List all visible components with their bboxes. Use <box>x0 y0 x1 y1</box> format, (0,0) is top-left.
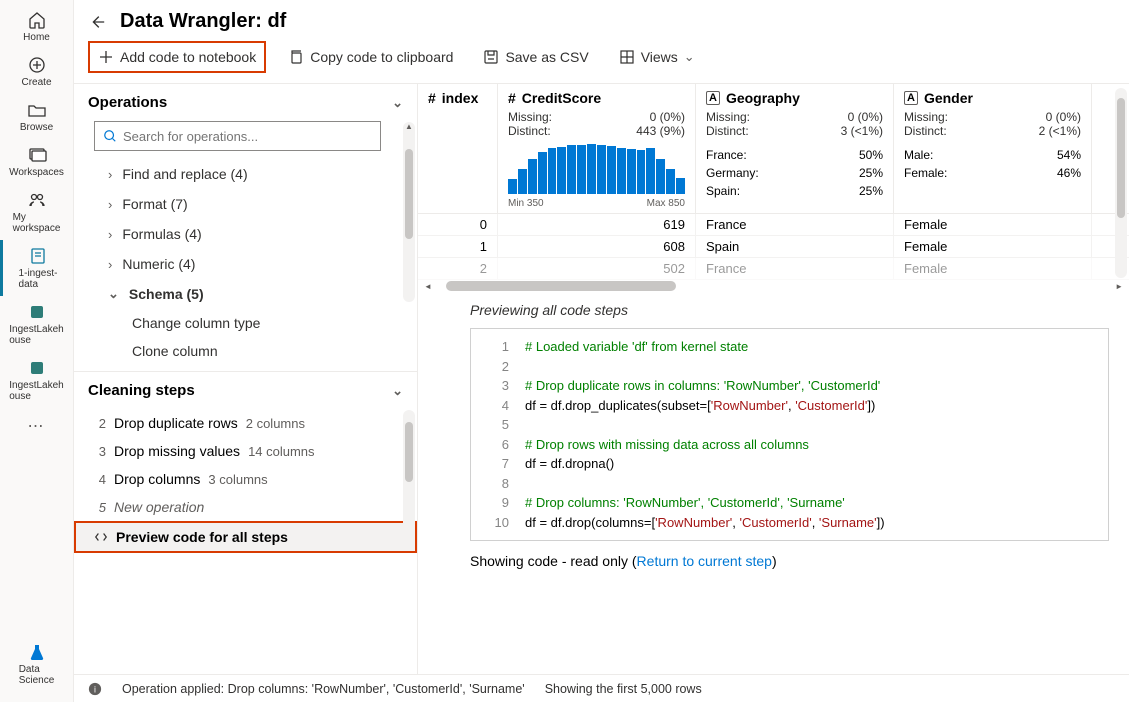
steps-scrollbar[interactable] <box>403 410 415 550</box>
nav-home[interactable]: Home <box>0 4 73 49</box>
toolbar: Add code to notebook Copy code to clipbo… <box>74 41 1129 84</box>
chevron-right-icon: › <box>108 227 112 242</box>
op-numeric[interactable]: ›Numeric (4) <box>88 249 403 279</box>
nav-create[interactable]: Create <box>0 49 73 94</box>
notebook-icon <box>28 246 48 266</box>
col-index[interactable]: #index <box>418 84 498 213</box>
save-csv-button[interactable]: Save as CSV <box>475 43 596 71</box>
text-icon: A <box>904 91 918 105</box>
hash-icon: # <box>428 90 436 106</box>
code-icon <box>94 530 108 544</box>
chevron-right-icon: › <box>108 197 112 212</box>
chevron-down-icon: ⌄ <box>392 383 403 399</box>
col-gender[interactable]: AGender Missing:0 (0%) Distinct:2 (<1%) … <box>894 84 1092 213</box>
info-icon: i <box>88 682 102 696</box>
nav-workspaces[interactable]: Workspaces <box>0 139 73 184</box>
page-title: Data Wrangler: df <box>120 10 286 33</box>
lakehouse-icon <box>27 358 47 378</box>
svg-text:i: i <box>94 684 96 694</box>
lakehouse-icon <box>27 302 47 322</box>
people-icon <box>27 190 47 210</box>
copy-code-button[interactable]: Copy code to clipboard <box>280 43 461 71</box>
chevron-down-icon: ⌄ <box>684 49 695 65</box>
copy-icon <box>288 49 304 65</box>
home-icon <box>27 10 47 30</box>
text-icon: A <box>706 91 720 105</box>
code-editor: 1# Loaded variable 'df' from kernel stat… <box>470 328 1109 541</box>
nav-rail: Home Create Browse Workspaces Myworkspac… <box>0 0 74 702</box>
code-preview-title: Previewing all code steps <box>470 302 1109 318</box>
folder-icon <box>27 100 47 120</box>
flask-icon <box>27 642 47 662</box>
operations-header[interactable]: Operations ⌄ <box>74 84 417 121</box>
status-applied: Operation applied: Drop columns: 'RowNum… <box>122 682 525 696</box>
table-row[interactable]: 2502FranceFemale <box>418 258 1129 280</box>
op-clone-column[interactable]: Clone column <box>88 337 403 365</box>
chevron-right-icon: › <box>108 167 112 182</box>
chevron-right-icon: › <box>108 257 112 272</box>
save-icon <box>483 49 499 65</box>
return-to-step-link[interactable]: Return to current step <box>637 553 772 569</box>
nav-ingest-data[interactable]: 1-ingest-data <box>0 240 73 296</box>
data-grid: 0619FranceFemale 1608SpainFemale 2502Fra… <box>418 214 1129 280</box>
plus-icon <box>98 49 114 65</box>
step-3[interactable]: 3Drop missing values14 columns <box>74 437 417 465</box>
nav-myworkspace[interactable]: Myworkspace <box>0 184 73 240</box>
code-footer: Showing code - read only (Return to curr… <box>470 541 1109 581</box>
workspaces-icon <box>27 145 47 165</box>
chevron-down-icon: ⌄ <box>108 286 119 302</box>
views-button[interactable]: Views ⌄ <box>611 43 703 71</box>
status-bar: i Operation applied: Drop columns: 'RowN… <box>74 674 1129 702</box>
op-change-column-type[interactable]: Change column type <box>88 309 403 337</box>
add-code-button[interactable]: Add code to notebook <box>88 41 266 73</box>
col-geography[interactable]: AGeography Missing:0 (0%) Distinct:3 (<1… <box>696 84 894 213</box>
search-icon <box>103 129 117 143</box>
step-4[interactable]: 4Drop columns3 columns <box>74 465 417 493</box>
hash-icon: # <box>508 90 516 106</box>
op-format[interactable]: ›Format (7) <box>88 189 403 219</box>
nav-data-science[interactable]: DataScience <box>0 636 73 692</box>
step-2[interactable]: 2Drop duplicate rows2 columns <box>74 409 417 437</box>
h-scrollbar[interactable]: ◄ ► <box>418 280 1129 292</box>
column-headers: #index #CreditScore Missing:0 (0%) Disti… <box>418 84 1129 214</box>
creditscore-histogram <box>508 144 685 194</box>
steps-header[interactable]: Cleaning steps ⌄ <box>74 372 417 409</box>
nav-browse[interactable]: Browse <box>0 94 73 139</box>
col-v-scrollbar[interactable] <box>1115 88 1127 278</box>
op-find-replace[interactable]: ›Find and replace (4) <box>88 159 403 189</box>
op-schema[interactable]: ⌄Schema (5) <box>88 279 403 309</box>
nav-lakehouse-2[interactable]: IngestLakehouse <box>0 352 73 408</box>
col-creditscore[interactable]: #CreditScore Missing:0 (0%) Distinct:443… <box>498 84 696 213</box>
header: Data Wrangler: df <box>74 0 1129 41</box>
ops-scrollbar[interactable]: ▲ <box>403 122 415 302</box>
step-5-new[interactable]: 5New operation <box>74 493 417 521</box>
search-input[interactable] <box>94 121 381 151</box>
back-icon[interactable] <box>88 13 106 31</box>
grid-icon <box>619 49 635 65</box>
status-rows: Showing the first 5,000 rows <box>545 682 702 696</box>
table-row[interactable]: 1608SpainFemale <box>418 236 1129 258</box>
plus-circle-icon <box>27 55 47 75</box>
preview-code-all-steps[interactable]: Preview code for all steps <box>74 521 417 553</box>
chevron-down-icon: ⌄ <box>392 95 403 111</box>
nav-more[interactable]: ⋯ <box>28 416 46 436</box>
table-row[interactable]: 0619FranceFemale <box>418 214 1129 236</box>
nav-lakehouse-1[interactable]: IngestLakehouse <box>0 296 73 352</box>
op-formulas[interactable]: ›Formulas (4) <box>88 219 403 249</box>
